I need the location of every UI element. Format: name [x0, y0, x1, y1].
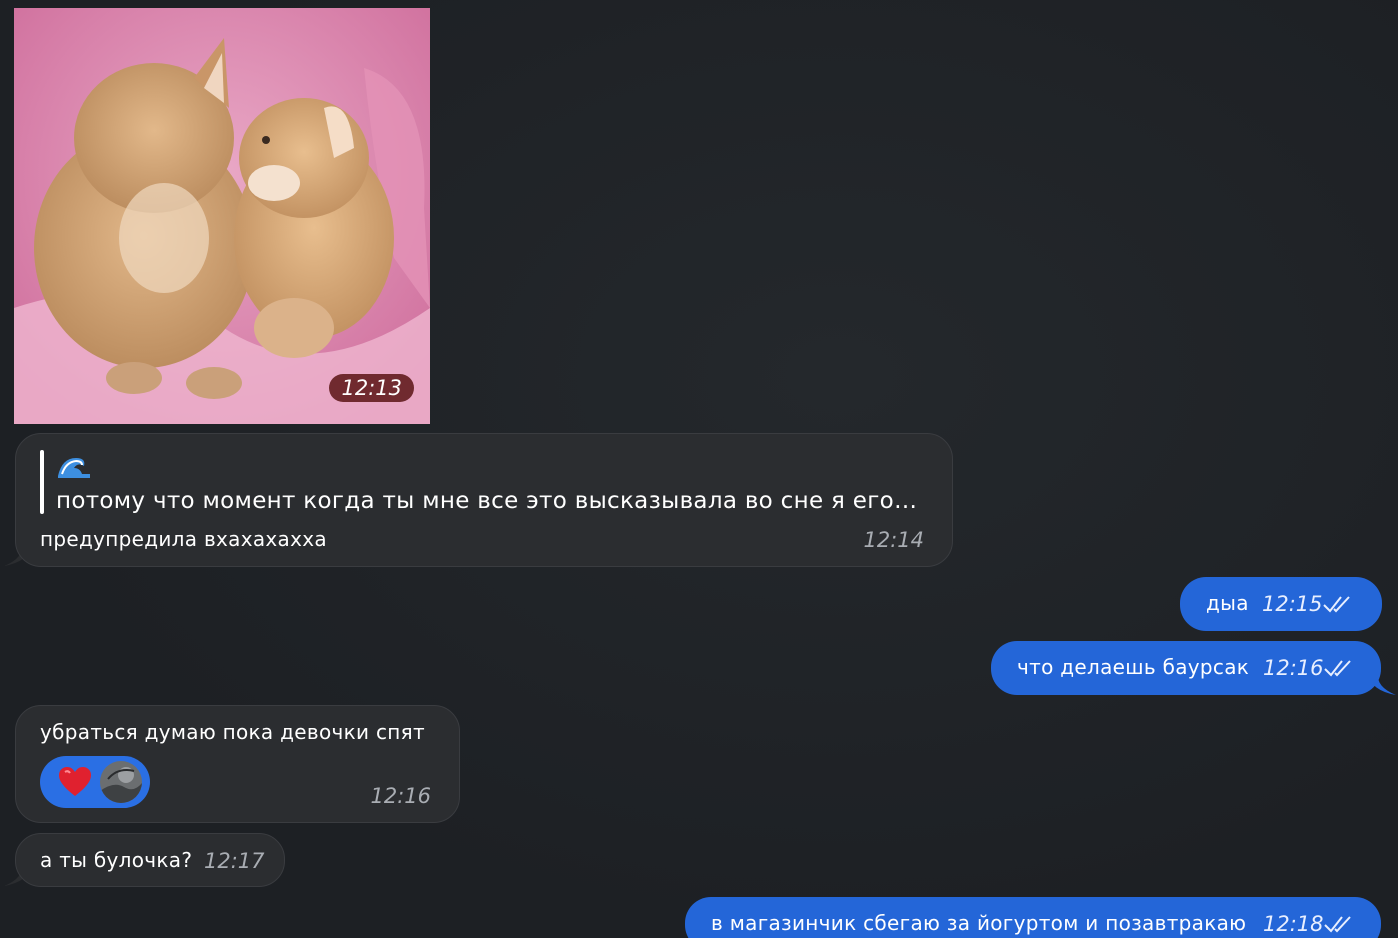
user-avatar-icon	[100, 761, 142, 803]
message-bubble-incoming[interactable]: потому что момент когда ты мне все это в…	[15, 433, 953, 567]
message-text: а ты булочка?	[40, 848, 193, 872]
message-bubble-incoming[interactable]: а ты булочка? 12:17	[15, 833, 285, 887]
kittens-photo-icon	[14, 8, 430, 424]
bubble-tail-icon	[1366, 673, 1396, 695]
message-text: убраться думаю пока девочки спят	[40, 720, 425, 744]
message-time: 12:18	[1263, 912, 1324, 936]
message-bubble-outgoing[interactable]: дыа 12:15	[1180, 577, 1382, 631]
double-check-icon	[1324, 660, 1351, 677]
photo-timestamp: 12:13	[329, 374, 414, 402]
wave-emoji-icon	[58, 458, 90, 478]
double-check-icon	[1324, 916, 1351, 933]
message-text: предупредила вхахахахха	[40, 527, 327, 551]
message-time: 12:17	[204, 849, 265, 873]
message-text: что делаешь баурсак	[1017, 655, 1250, 679]
chat-view: 12:13 потому что момент когда ты мне все…	[0, 0, 1398, 938]
photo-message[interactable]: 12:13	[14, 8, 430, 424]
message-text: в магазинчик сбегаю за йогуртом и позавт…	[711, 911, 1247, 935]
message-time: 12:15	[1262, 592, 1323, 616]
message-time: 12:16	[370, 784, 431, 808]
reaction-pill[interactable]	[40, 756, 150, 808]
quote-bar	[40, 450, 44, 514]
quoted-text: потому что момент когда ты мне все это в…	[56, 488, 918, 514]
message-text: дыа	[1206, 591, 1249, 615]
message-bubble-incoming[interactable]: убраться думаю пока девочки спят 12:16	[15, 705, 460, 823]
avatar	[100, 761, 142, 803]
message-time: 12:14	[863, 528, 924, 552]
heart-icon	[59, 767, 91, 796]
message-bubble-outgoing[interactable]: в магазинчик сбегаю за йогуртом и позавт…	[685, 897, 1381, 938]
message-bubble-outgoing[interactable]: что делаешь баурсак 12:16	[991, 641, 1381, 695]
message-time: 12:16	[1263, 656, 1324, 680]
double-check-icon	[1323, 596, 1350, 613]
